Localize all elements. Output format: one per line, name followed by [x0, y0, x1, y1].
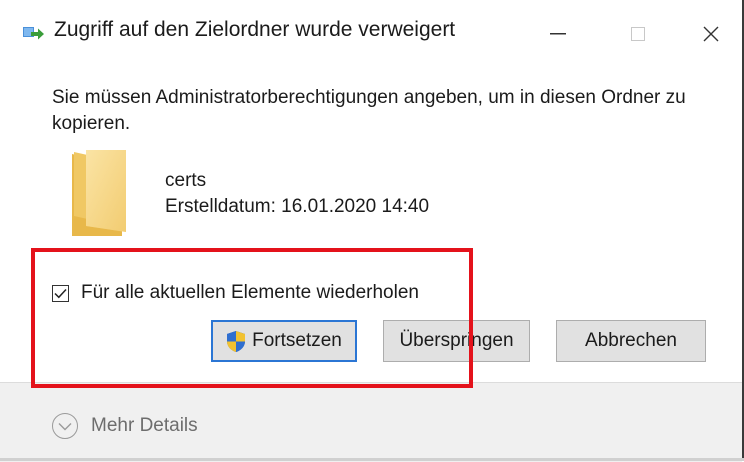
uac-shield-icon: [226, 330, 246, 353]
folder-icon: [70, 148, 130, 238]
highlight-box: [31, 248, 473, 388]
checkbox-checked-icon[interactable]: [52, 284, 69, 302]
dialog-message: Sie müssen Administratorberechtigungen a…: [52, 87, 686, 134]
repeat-checkbox-label[interactable]: Für alle aktuellen Elemente wiederholen: [81, 282, 419, 304]
close-button[interactable]: [686, 14, 736, 54]
item-name: certs: [165, 170, 207, 191]
more-details-label[interactable]: Mehr Details: [91, 415, 198, 437]
chevron-down-icon[interactable]: [52, 413, 78, 439]
dialog-footer: Mehr Details: [0, 382, 742, 462]
item-created-date: Erstelldatum: 16.01.2020 14:40: [165, 196, 430, 217]
more-details-toggle[interactable]: Mehr Details: [52, 413, 198, 439]
continue-button[interactable]: Fortsetzen: [211, 320, 357, 362]
copy-transfer-icon: [23, 26, 45, 42]
title-bar[interactable]: Zugriff auf den Zielordner wurde verweig…: [0, 0, 742, 62]
cancel-button[interactable]: Abbrechen: [556, 320, 706, 362]
maximize-button[interactable]: [613, 14, 663, 54]
skip-button[interactable]: Überspringen: [383, 320, 530, 362]
window-title: Zugriff auf den Zielordner wurde verweig…: [54, 18, 456, 41]
continue-button-label: Fortsetzen: [252, 330, 342, 351]
minimize-button[interactable]: [533, 14, 583, 54]
repeat-for-all-checkbox[interactable]: Für alle aktuellen Elemente wiederholen: [52, 282, 419, 304]
